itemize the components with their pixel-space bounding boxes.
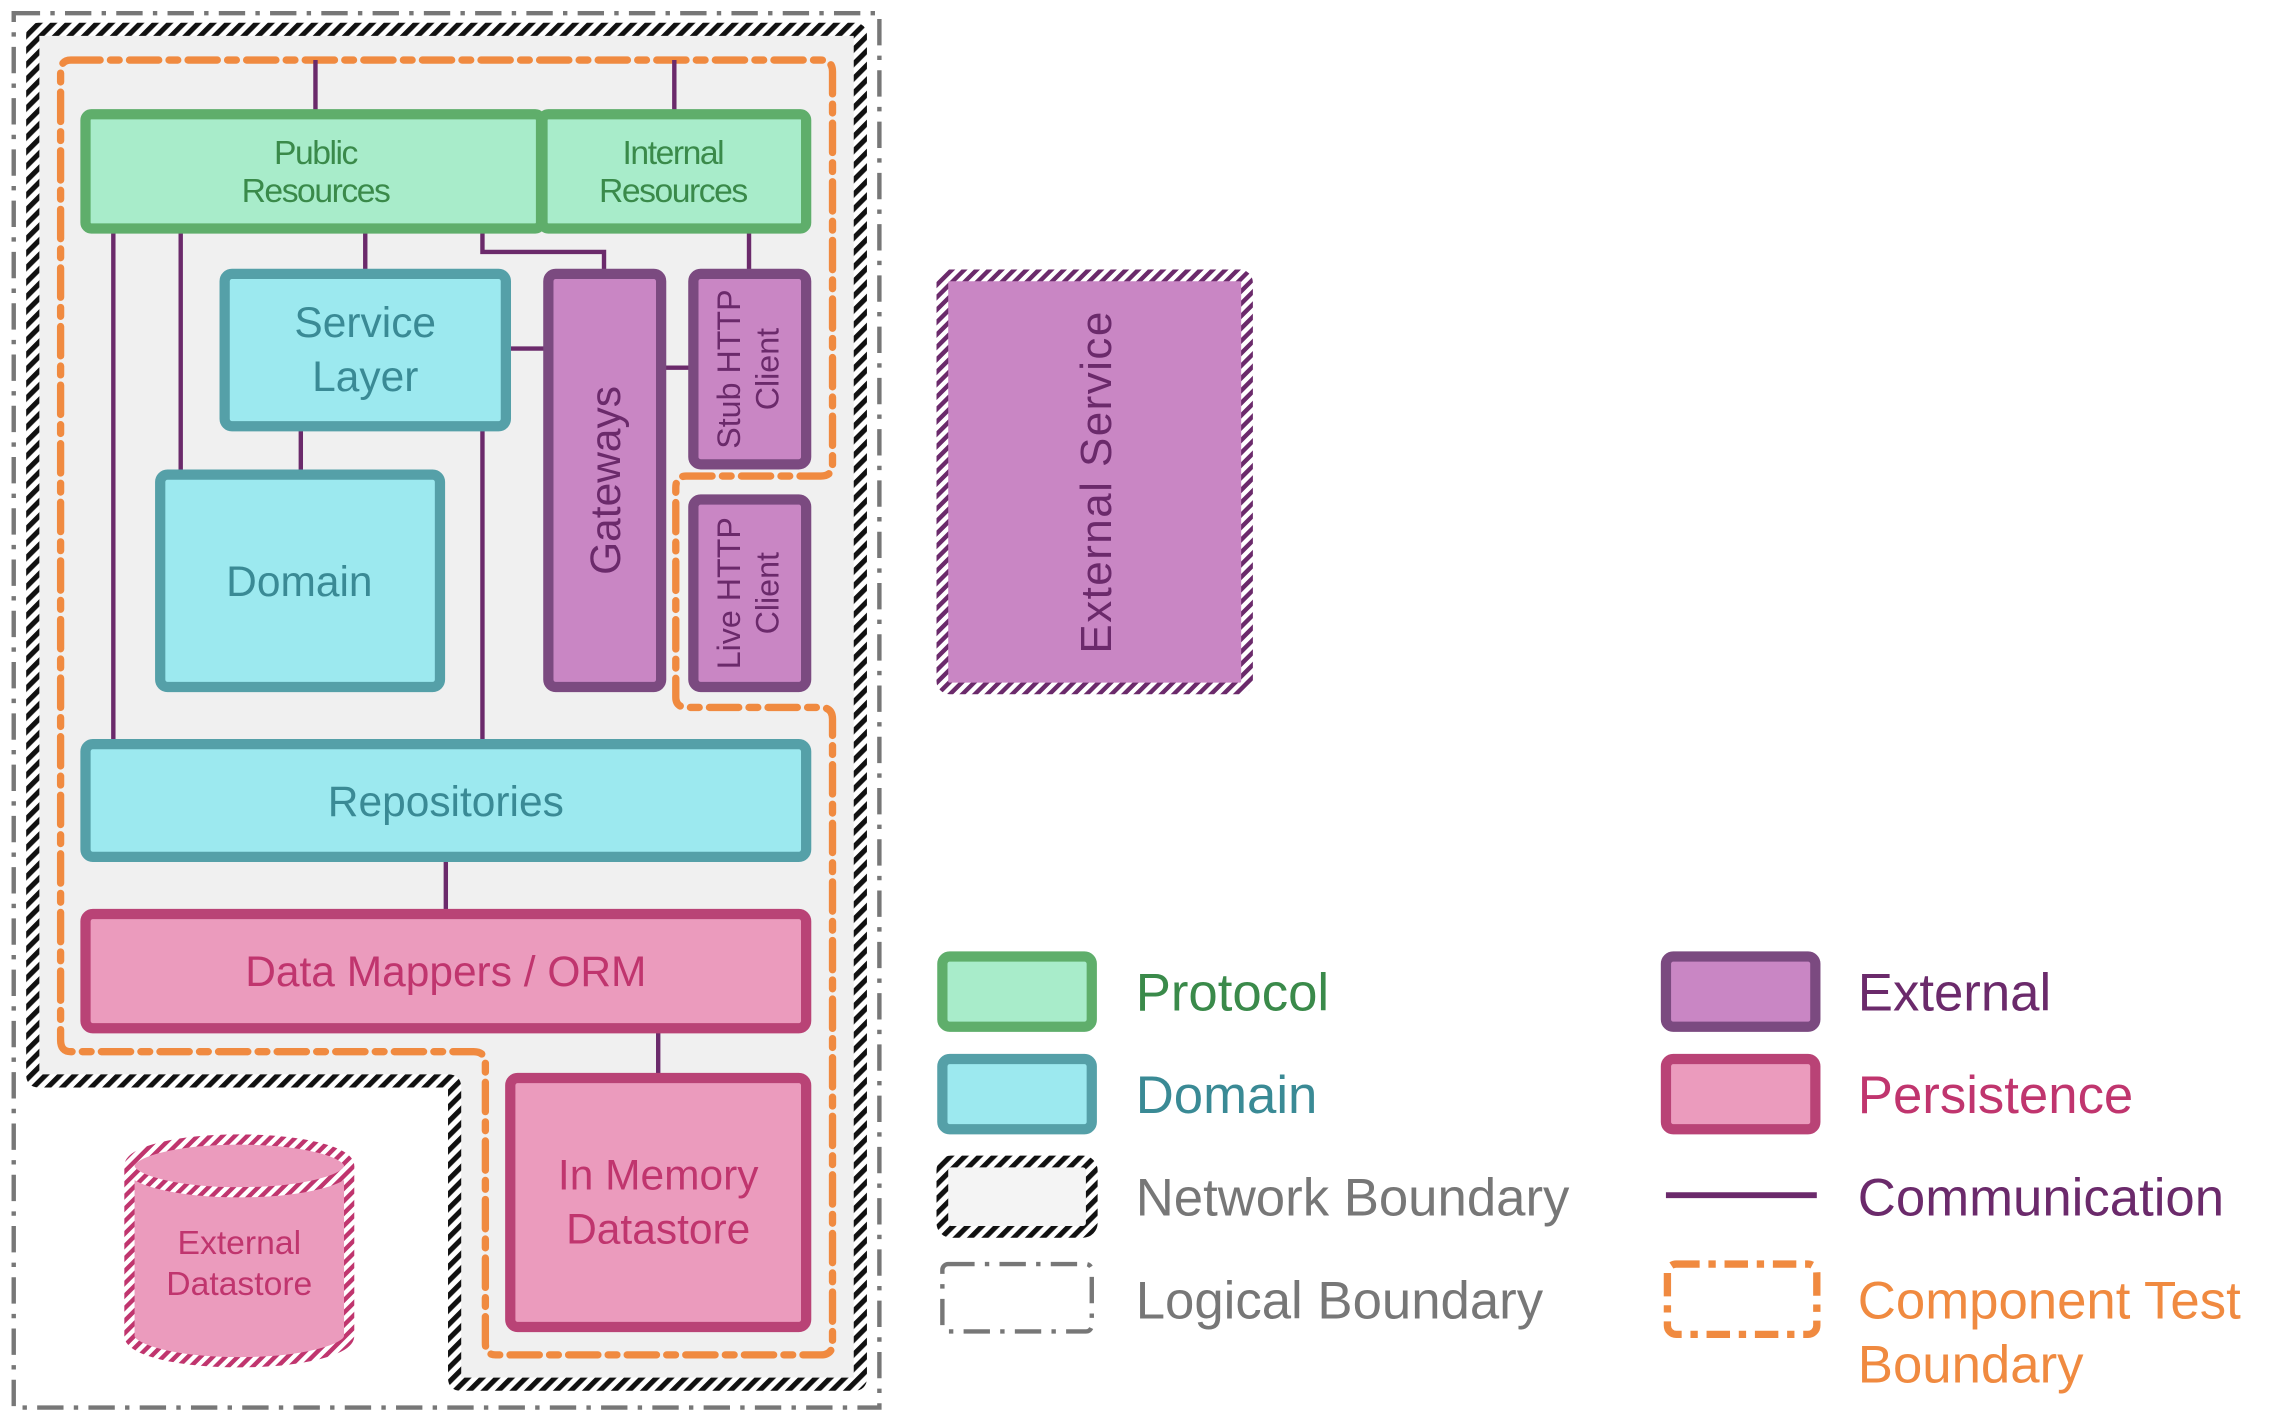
legend: Protocol Domain Network Boundary Logical… [936,951,2241,1395]
legend-domain-swatch [937,1053,1097,1135]
legend-domain-label: Domain [1136,1066,1318,1125]
legend-component-test-boundary-label: Component Test Boundary [1858,1271,2241,1394]
legend-external-label: External [1858,964,2051,1023]
service-layer-node [219,268,512,432]
legend-logical-boundary-label: Logical Boundary [1136,1271,1544,1330]
legend-communication-label: Communication [1858,1169,2224,1228]
legend-network-boundary-swatch [936,1155,1098,1238]
architecture-diagram: Public Resources Internal Resources Servic… [11,10,2241,1410]
repositories-label: Repositories [328,778,564,825]
legend-protocol-label: Protocol [1136,964,1329,1023]
domain-label: Domain [226,558,372,605]
gateways-label: Gateways [582,386,629,575]
legend-logical-boundary-swatch [940,1261,1094,1334]
legend-network-boundary-label: Network Boundary [1136,1169,1570,1228]
legend-protocol-swatch [937,951,1097,1032]
legend-component-test-boundary-swatch [1663,1260,1821,1339]
in-memory-datastore-node [505,1072,812,1333]
external-service-label: External Service [1072,310,1121,653]
legend-persistence-swatch [1660,1053,1821,1135]
data-mappers-label: Data Mappers / ORM [245,948,646,995]
legend-external-swatch [1660,951,1821,1032]
legend-persistence-label: Persistence [1858,1066,2133,1125]
